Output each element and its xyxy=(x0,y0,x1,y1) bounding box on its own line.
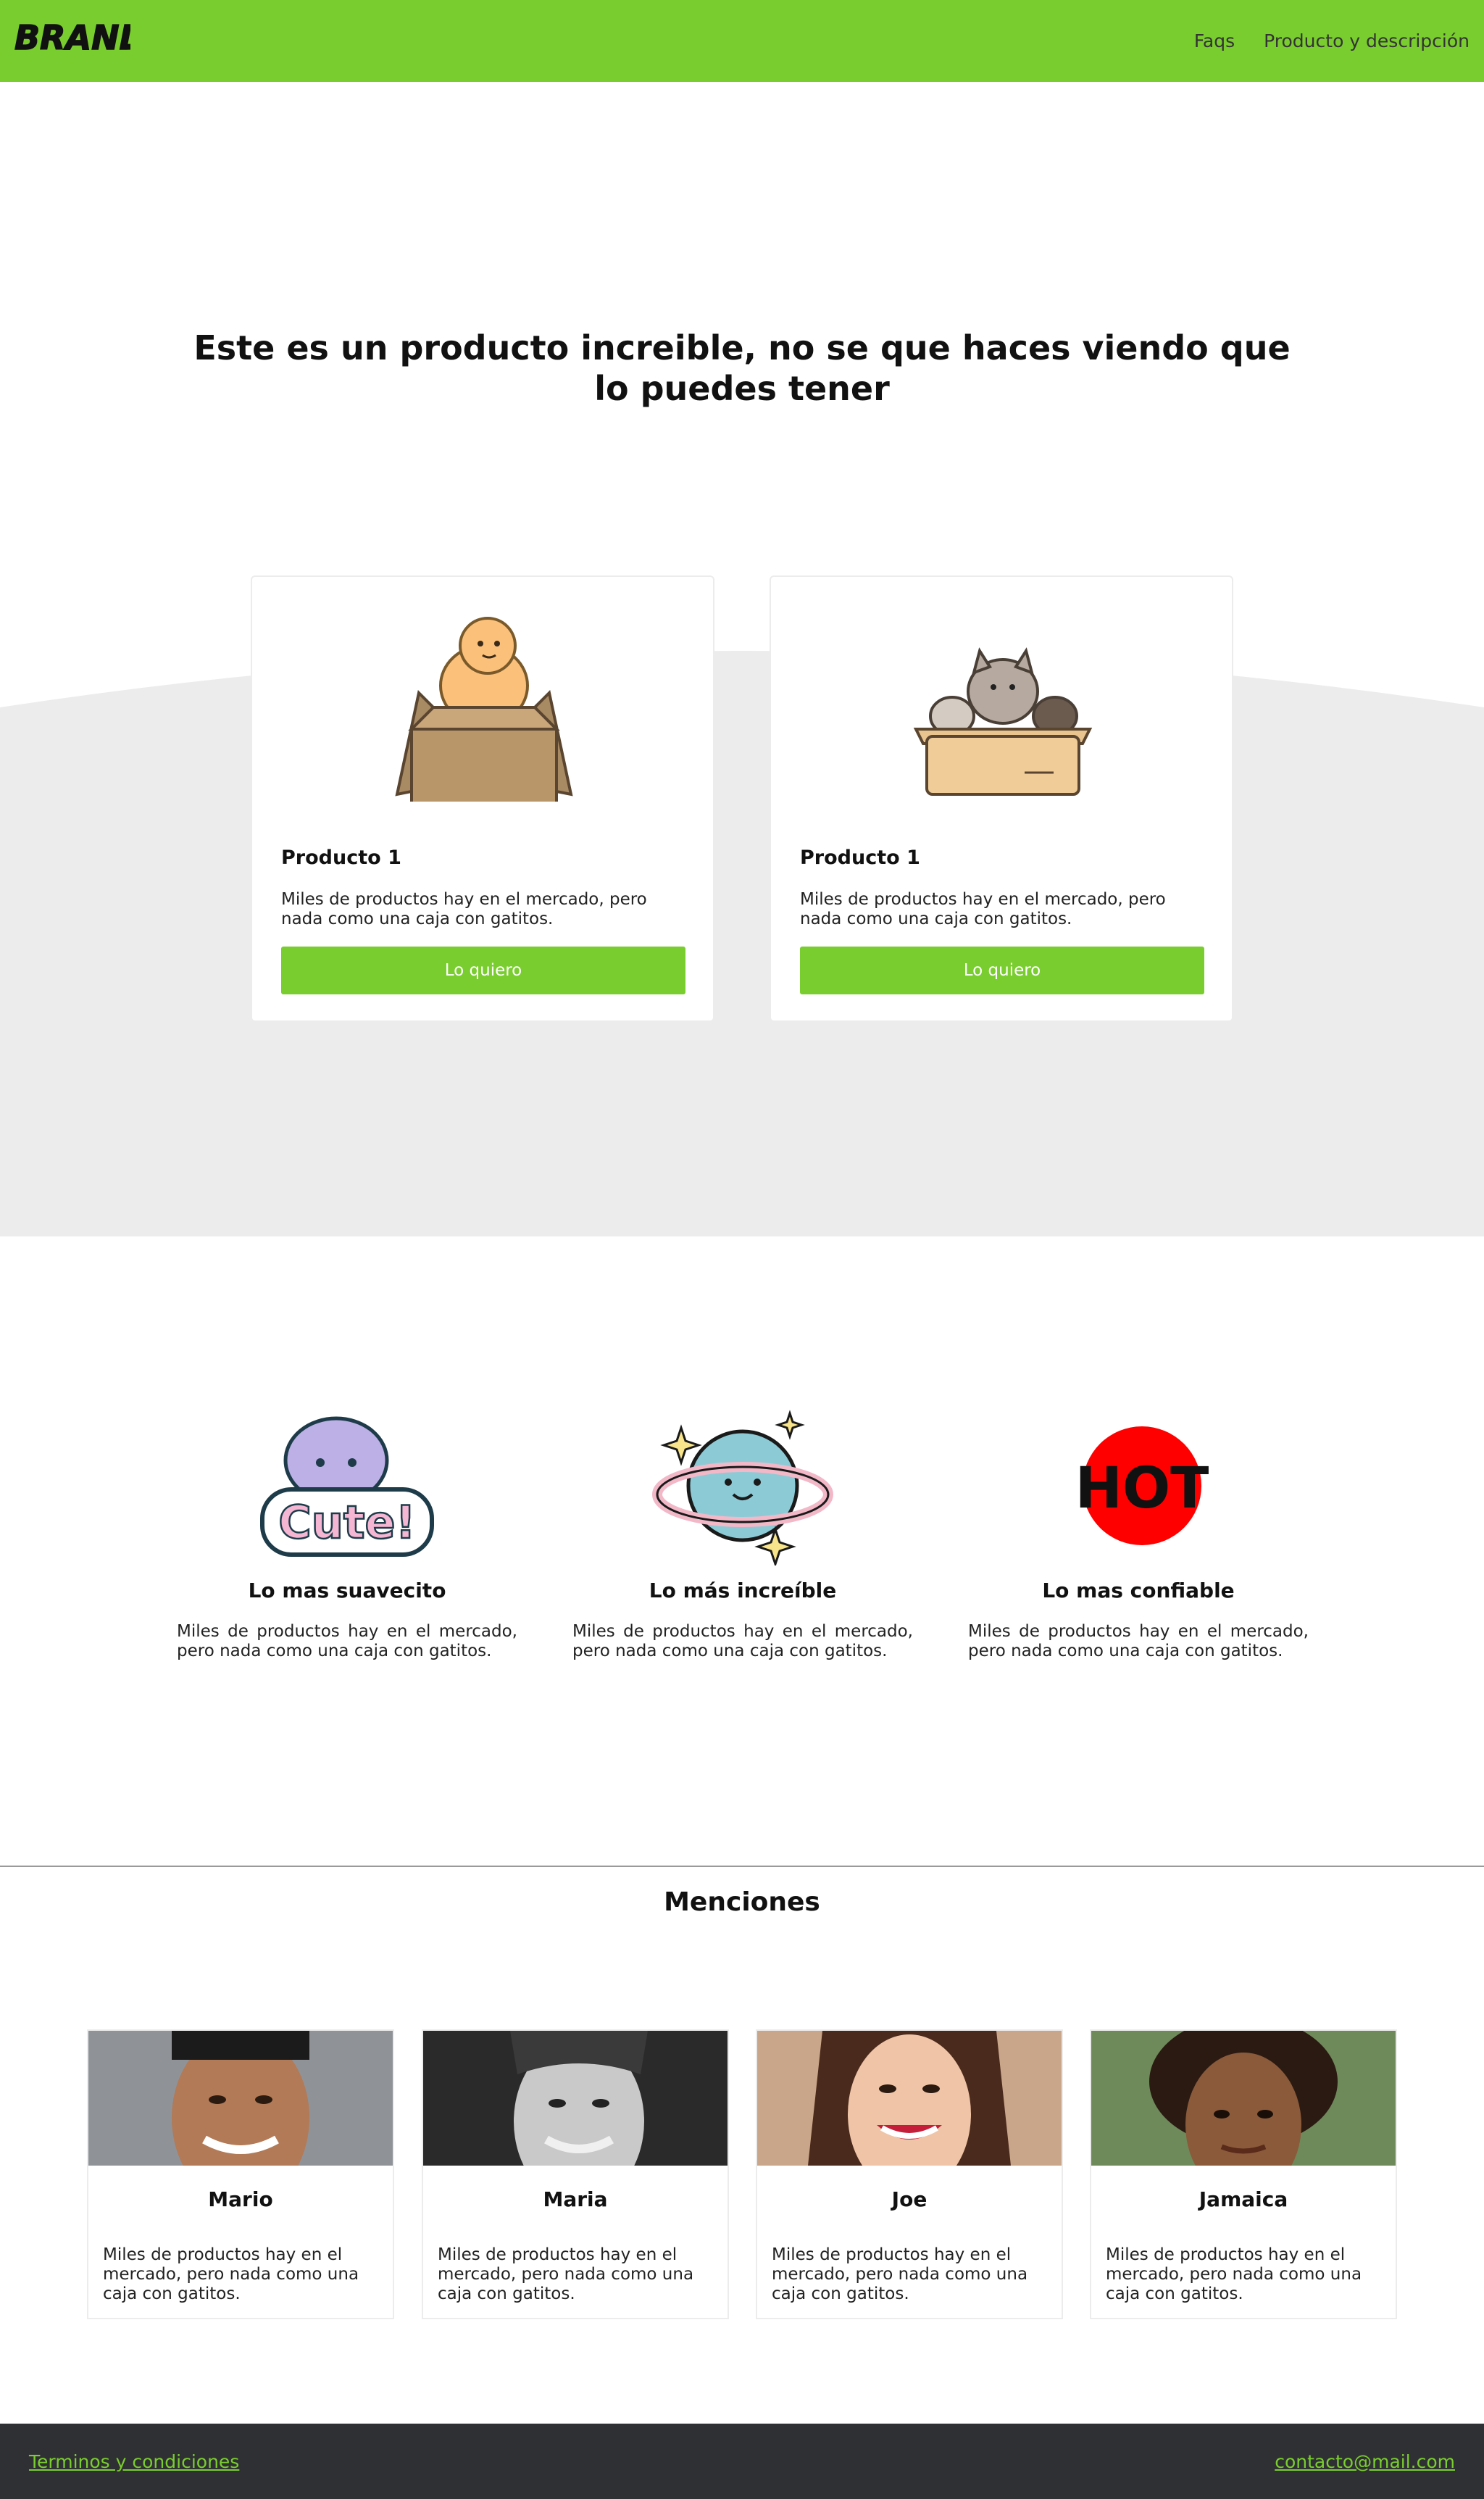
cute-sticker-icon: Cute! xyxy=(260,1416,434,1557)
person-description: Miles de productos hay en el mercado, pe… xyxy=(438,2245,694,2303)
nav-link-faqs[interactable]: Faqs xyxy=(1194,27,1235,56)
brand-logo[interactable]: BRAND xyxy=(14,14,130,61)
top-navbar: BRAND Faqs Producto y descripción xyxy=(0,0,1484,82)
mentions-title: Menciones xyxy=(664,1887,820,1917)
avatar xyxy=(757,2031,1062,2166)
product-title: Producto 1 xyxy=(281,847,401,869)
contact-email-link[interactable]: contacto@mail.com xyxy=(1275,2451,1455,2472)
person-description: Miles de productos hay en el mercado, pe… xyxy=(103,2245,359,2303)
product-description: Miles de productos hay en el mercado, pe… xyxy=(800,890,1166,928)
hot-sticker-icon: HOT xyxy=(1075,1426,1209,1545)
person-card: Joe Miles de productos hay en el mercado… xyxy=(756,2029,1063,2319)
person-name: Joe xyxy=(891,2187,928,2211)
planet-icon xyxy=(652,1410,833,1565)
terms-link[interactable]: Terminos y condiciones xyxy=(29,2451,239,2472)
nav-link-producto[interactable]: Producto y descripción xyxy=(1264,27,1470,56)
lo-quiero-button[interactable]: Lo quiero xyxy=(281,947,685,994)
grey-background-band xyxy=(0,651,1484,1236)
person-card: Jamaica Miles de productos hay en el mer… xyxy=(1090,2029,1397,2319)
svg-text:Cute!: Cute! xyxy=(278,1496,416,1549)
person-name: Mario xyxy=(208,2187,273,2211)
baby-in-box-illustration xyxy=(395,617,573,802)
person-card: Mario Miles de productos hay en el merca… xyxy=(87,2029,394,2319)
section-divider xyxy=(0,1866,1484,1867)
svg-text:HOT: HOT xyxy=(1075,1456,1209,1521)
lo-quiero-button[interactable]: Lo quiero xyxy=(800,947,1204,994)
feature-title: Lo mas suavecito xyxy=(248,1579,446,1602)
person-card: Maria Miles de productos hay en el merca… xyxy=(422,2029,729,2319)
feature-description: Miles de productos hay en el mercado, pe… xyxy=(968,1622,1309,1660)
svg-text:BRAND: BRAND xyxy=(14,18,130,57)
avatar xyxy=(88,2031,393,2166)
hero-title: Este es un producto increible, no se que… xyxy=(193,328,1291,408)
product-card: Producto 1 Miles de productos hay en el … xyxy=(770,575,1233,1022)
avatar xyxy=(423,2031,728,2166)
feature-description: Miles de productos hay en el mercado, pe… xyxy=(572,1622,913,1660)
person-description: Miles de productos hay en el mercado, pe… xyxy=(772,2245,1028,2303)
footer: Terminos y condiciones contacto@mail.com xyxy=(0,2424,1484,2499)
product-card: Producto 1 Miles de productos hay en el … xyxy=(251,575,714,1022)
feature-title: Lo mas confiable xyxy=(1042,1579,1235,1602)
person-name: Maria xyxy=(543,2187,608,2211)
feature-title: Lo más increíble xyxy=(649,1579,837,1602)
cats-in-box-illustration xyxy=(913,647,1093,796)
product-title: Producto 1 xyxy=(800,847,920,869)
person-description: Miles de productos hay en el mercado, pe… xyxy=(1106,2245,1362,2303)
person-name: Jamaica xyxy=(1199,2187,1288,2211)
product-description: Miles de productos hay en el mercado, pe… xyxy=(281,890,647,928)
feature-description: Miles de productos hay en el mercado, pe… xyxy=(177,1622,517,1660)
avatar xyxy=(1091,2031,1396,2166)
